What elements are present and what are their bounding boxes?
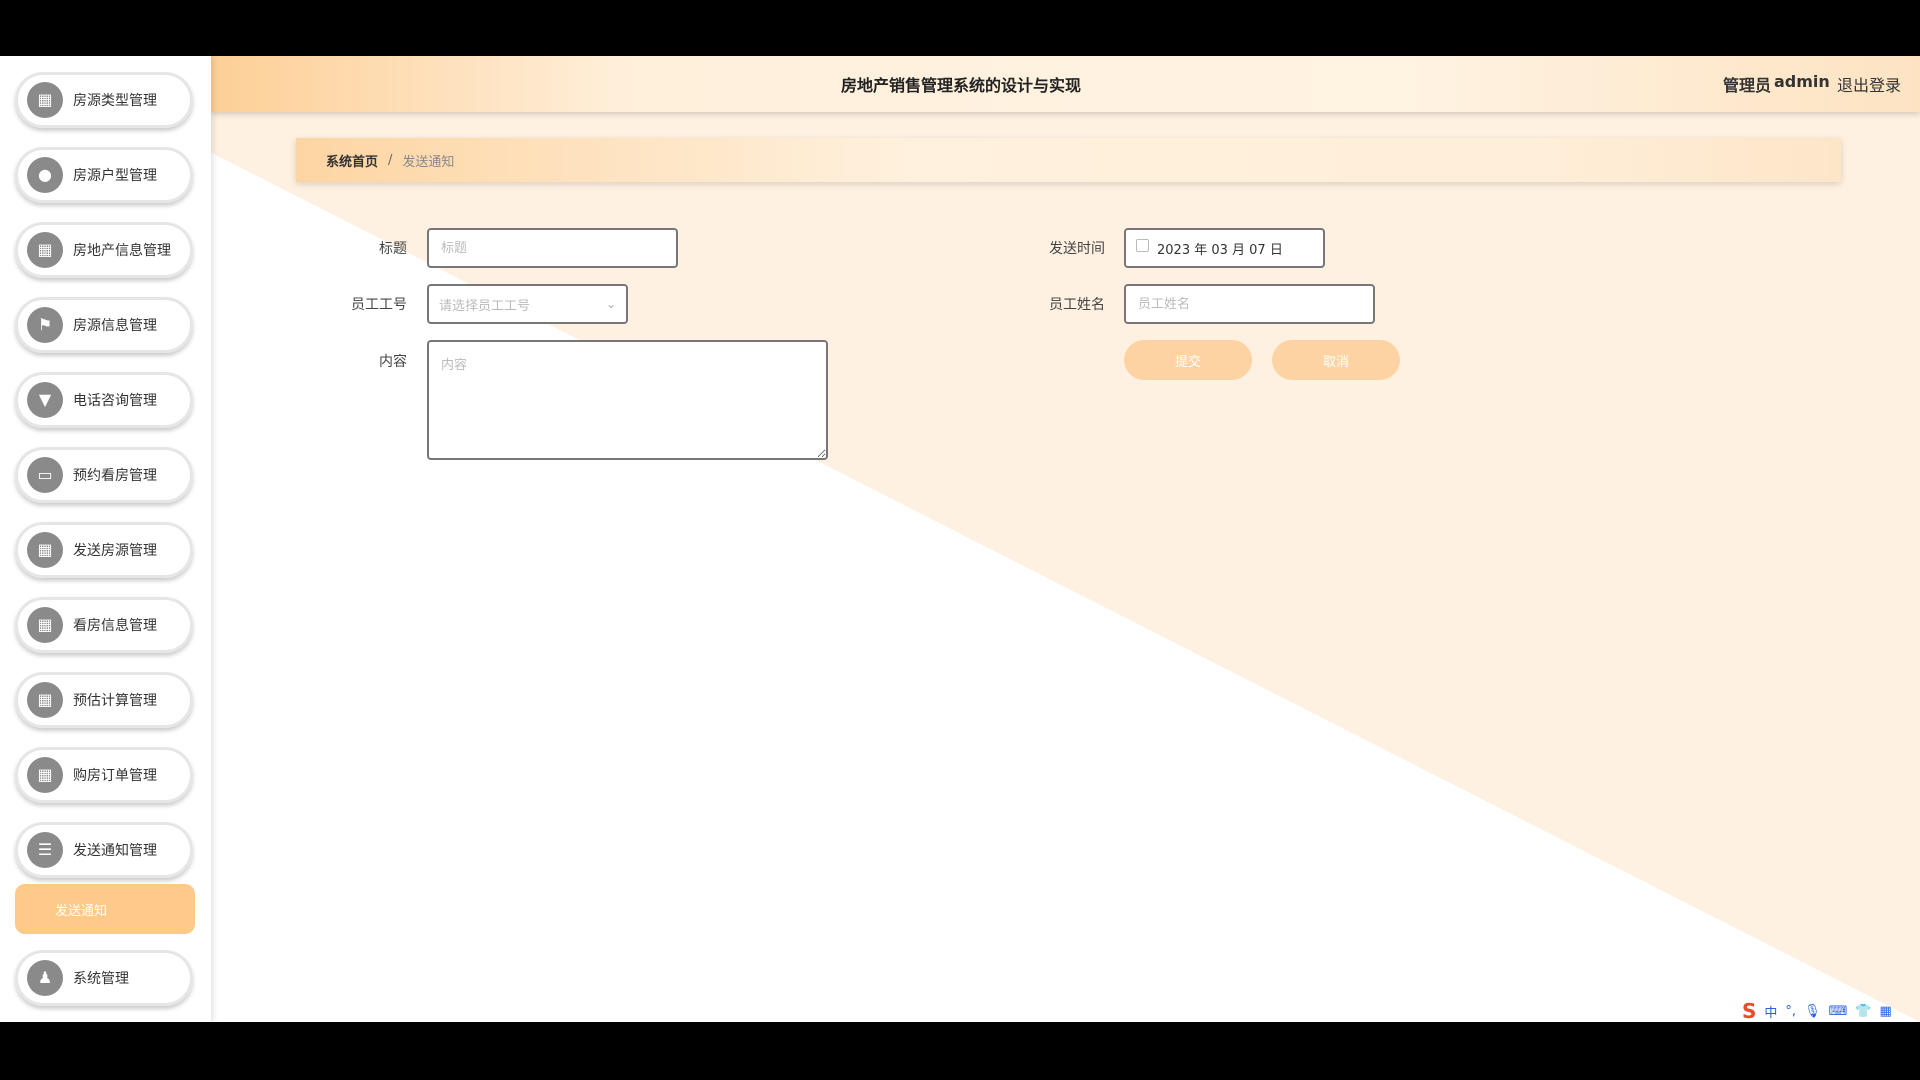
sidebar-item-house-type[interactable]: ▦ 房源类型管理 — [15, 72, 193, 128]
top-header: 房地产销售管理系统的设计与实现 管理员 admin 退出登录 — [211, 56, 1920, 112]
chevron-down-icon: ⌄ — [605, 297, 616, 311]
sidebar-item-label: 发送通知管理 — [73, 843, 157, 859]
sidebar-item-label: 预约看房管理 — [73, 468, 157, 484]
employee-name-input[interactable] — [1124, 284, 1375, 324]
cancel-button[interactable]: 取消 — [1272, 340, 1400, 380]
keyboard-icon[interactable]: ⌨ — [1829, 1004, 1848, 1019]
breadcrumb: 系统首页 / 发送通知 — [296, 138, 1841, 182]
apps-icon[interactable]: ▦ — [1880, 1004, 1892, 1019]
grid-icon: ▦ — [27, 757, 63, 793]
breadcrumb-home-link[interactable]: 系统首页 — [326, 151, 378, 170]
send-time-label: 发送时间 — [1049, 241, 1105, 257]
app-window: 房地产销售管理系统的设计与实现 管理员 admin 退出登录 ▦ 房源类型管理 … — [0, 56, 1920, 1022]
sidebar-item-label: 房源户型管理 — [73, 168, 157, 184]
sidebar-item-purchase-orders[interactable]: ▦ 购房订单管理 — [15, 747, 193, 803]
ime-toolbar: S 中 °, 🎙 ⌨ 👕 ▦ — [1742, 999, 1892, 1022]
logout-link[interactable]: 退出登录 — [1837, 72, 1901, 96]
sidebar-item-label: 购房订单管理 — [73, 768, 157, 784]
breadcrumb-current: 发送通知 — [402, 154, 455, 170]
content-label: 内容 — [379, 354, 407, 370]
grid-icon: ▦ — [27, 682, 63, 718]
title-label: 标题 — [379, 241, 407, 257]
sidebar-item-label: 看房信息管理 — [73, 618, 157, 634]
sidebar-item-label: 房源类型管理 — [73, 93, 157, 109]
sidebar-item-label: 预估计算管理 — [73, 693, 157, 709]
submenu-send-notification[interactable]: 发送通知 — [15, 884, 195, 934]
breadcrumb-separator: / — [388, 152, 393, 168]
employee-id-label: 员工工号 — [351, 297, 407, 313]
sidebar-item-label: 发送房源管理 — [73, 543, 157, 559]
title-input[interactable] — [427, 228, 678, 268]
sidebar-item-label: 系统管理 — [73, 971, 129, 987]
shirt-icon[interactable]: 👕 — [1855, 1004, 1871, 1019]
grid-icon: ▦ — [27, 532, 63, 568]
content-textarea[interactable] — [427, 340, 828, 460]
background-wedge — [211, 56, 1920, 1022]
grid-icon: ▦ — [27, 607, 63, 643]
user-name: admin — [1774, 72, 1830, 91]
send-time-value: 2023 年 03 月 07 日 — [1157, 242, 1283, 258]
sogou-logo-icon[interactable]: S — [1742, 999, 1756, 1022]
ime-language-toggle[interactable]: 中 — [1764, 1002, 1777, 1021]
ime-punctuation-toggle[interactable]: °, — [1785, 1004, 1796, 1019]
sidebar-item-viewing-appointment[interactable]: ▭ 预约看房管理 — [15, 447, 193, 503]
chat-bubble-icon: ▼ — [27, 382, 63, 418]
sidebar-item-send-listing[interactable]: ▦ 发送房源管理 — [15, 522, 193, 578]
sidebar-item-system[interactable]: ♟ 系统管理 — [15, 950, 193, 1006]
sidebar-item-floor-plan[interactable]: ● 房源户型管理 — [15, 147, 193, 203]
sidebar-item-notifications[interactable]: ☰ 发送通知管理 — [15, 822, 193, 878]
employee-id-select-placeholder: 请选择员工工号 — [439, 298, 531, 314]
calendar-icon — [1136, 238, 1149, 252]
employee-name-label: 员工姓名 — [1049, 297, 1105, 313]
list-icon: ☰ — [27, 832, 63, 868]
microphone-icon[interactable]: 🎙 — [1804, 1004, 1821, 1019]
sidebar-item-label: 电话咨询管理 — [73, 393, 157, 409]
submit-button[interactable]: 提交 — [1124, 340, 1252, 380]
sidebar-item-viewing-info[interactable]: ▦ 看房信息管理 — [15, 597, 193, 653]
employee-id-select[interactable]: 请选择员工工号 ⌄ — [427, 284, 628, 324]
sidebar-item-phone-consult[interactable]: ▼ 电话咨询管理 — [15, 372, 193, 428]
sidebar: ▦ 房源类型管理 ● 房源户型管理 ▦ 房地产信息管理 ⚑ 房源信息管理 ▼ 电… — [0, 56, 211, 1022]
sidebar-item-listing-info[interactable]: ⚑ 房源信息管理 — [15, 297, 193, 353]
flag-icon: ⚑ — [27, 307, 63, 343]
grid-icon: ▦ — [27, 82, 63, 118]
monitor-icon: ▭ — [27, 457, 63, 493]
send-time-date-picker[interactable]: 2023 年 03 月 07 日 — [1124, 228, 1325, 268]
sidebar-item-label: 房地产信息管理 — [73, 243, 171, 259]
user-icon: ♟ — [27, 960, 63, 996]
user-role: 管理员 — [1723, 76, 1772, 95]
sidebar-item-label: 房源信息管理 — [73, 318, 157, 334]
sidebar-item-real-estate-info[interactable]: ▦ 房地产信息管理 — [15, 222, 193, 278]
grid-icon: ▦ — [27, 232, 63, 268]
location-pin-icon: ● — [27, 157, 63, 193]
app-title: 房地产销售管理系统的设计与实现 — [840, 76, 1081, 95]
sidebar-item-estimate-calc[interactable]: ▦ 预估计算管理 — [15, 672, 193, 728]
